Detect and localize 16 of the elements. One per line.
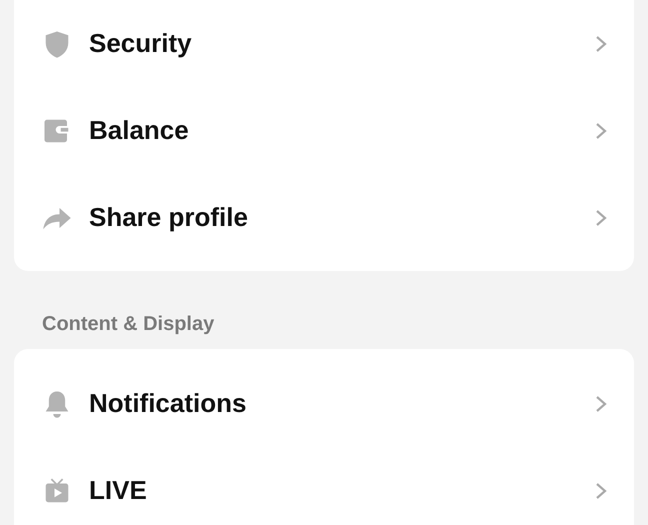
chevron-icon bbox=[594, 394, 608, 414]
row-label: LIVE bbox=[89, 475, 148, 506]
row-label: Share profile bbox=[89, 202, 249, 233]
row-label: Balance bbox=[89, 115, 190, 146]
settings-row[interactable]: Share profile bbox=[14, 174, 634, 261]
chevron-icon bbox=[594, 480, 608, 500]
settings-row[interactable]: Security bbox=[14, 0, 634, 87]
chevron-icon bbox=[594, 34, 608, 54]
settings-row[interactable]: LIVE bbox=[14, 447, 634, 525]
chevron-icon bbox=[594, 120, 608, 140]
settings-row[interactable]: Notifications bbox=[14, 360, 634, 447]
chevron-icon bbox=[594, 208, 608, 228]
section-heading: Content & Display bbox=[41, 312, 216, 337]
row-label: Notifications bbox=[89, 388, 248, 419]
settings-row[interactable]: Balance bbox=[14, 87, 634, 174]
row-label: Security bbox=[89, 28, 193, 59]
